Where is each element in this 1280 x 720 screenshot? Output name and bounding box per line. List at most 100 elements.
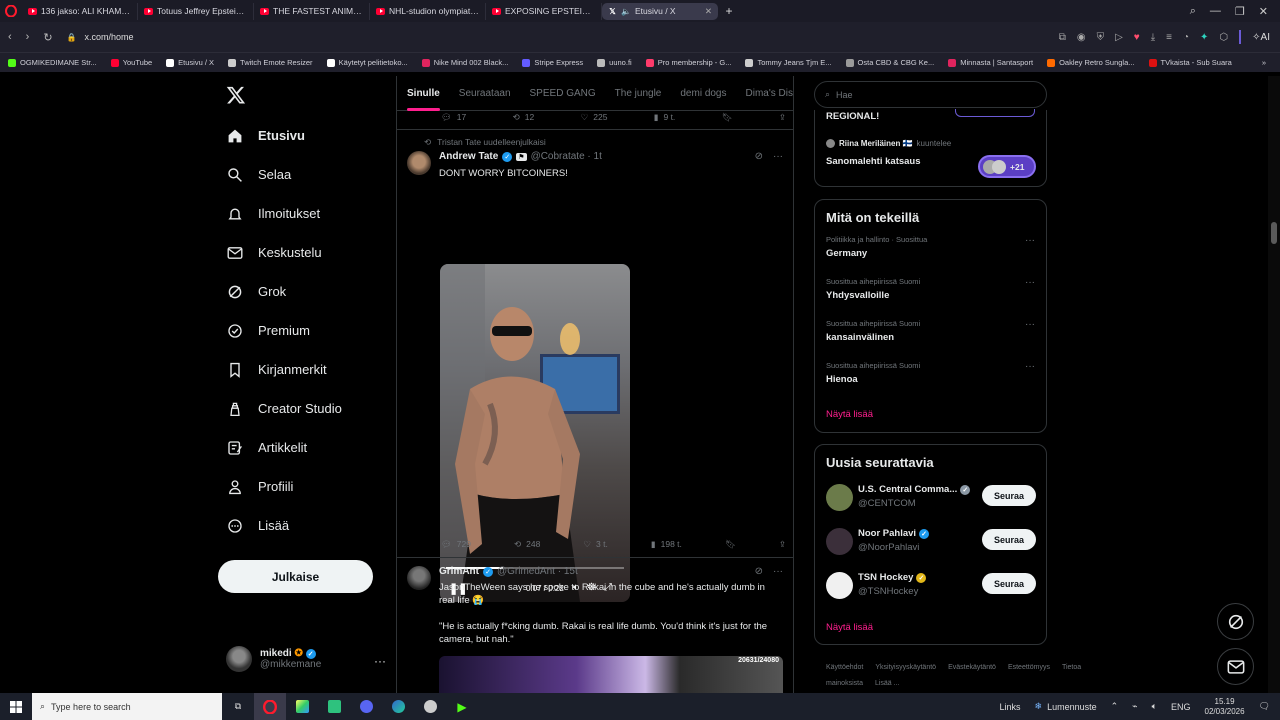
bookmark-item[interactable]: Tommy Jeans Tjm E...	[745, 58, 832, 67]
bookmark-item[interactable]: uuno.fi	[597, 58, 632, 67]
reply-button[interactable]: 💬︎ 729	[441, 539, 471, 550]
play-icon[interactable]: ▷	[1115, 32, 1123, 43]
share-button[interactable]: ⇪	[779, 539, 786, 550]
account-icon[interactable]: ◔	[1183, 32, 1189, 43]
close-tab-icon[interactable]: ✕	[705, 6, 712, 17]
nav-item-kirjanmerkit[interactable]: Kirjanmerkit	[226, 361, 327, 378]
scrollbar-thumb[interactable]	[1271, 222, 1277, 244]
heart-icon[interactable]: ♥	[1134, 32, 1140, 43]
feed-tab[interactable]: demi dogs	[680, 76, 726, 111]
author-name[interactable]: GrimAnt	[439, 566, 479, 577]
tweet-media[interactable]: 20631/24080	[439, 656, 783, 693]
nav-item-profiili[interactable]: Profiili	[226, 478, 293, 495]
feed-tab[interactable]: Sinulle	[407, 76, 440, 111]
trend-item[interactable]: Suosittua aihepiirissä Suomi Hienoa ···	[815, 361, 1046, 403]
app-icon[interactable]: ▶	[446, 693, 478, 720]
author-handle[interactable]: @Cobratate · 1t	[531, 151, 602, 162]
like-button[interactable]: ♡ 3 t.	[583, 539, 607, 550]
views-button[interactable]: ▮ 9 t.	[654, 112, 676, 123]
trend-item[interactable]: Politiikka ja hallinto · Suosittua German…	[815, 235, 1046, 277]
app-icon[interactable]	[286, 693, 318, 720]
bookmark-item[interactable]: Twitch Emote Resizer	[228, 58, 313, 67]
browser-tab[interactable]: THE FASTEST ANIMATRON	[254, 2, 370, 20]
maximize-icon[interactable]: ❐	[1235, 5, 1245, 18]
trend-item[interactable]: Suosittua aihepiirissä Suomi Yhdysvalloil…	[815, 277, 1046, 319]
avatar[interactable]	[826, 528, 853, 555]
share-button[interactable]: ⇪	[779, 112, 786, 123]
bookmark-item[interactable]: TVkaista - Sub Suara	[1148, 58, 1232, 67]
browser-tab-active[interactable]: 𝕏 🔈 Etusivu / X ✕	[602, 2, 718, 20]
minimize-icon[interactable]: —	[1210, 5, 1221, 17]
author-handle[interactable]: @GrimedAnt · 15t	[497, 566, 578, 577]
browser-tab[interactable]: Totuus Jeffrey Epsteinin K	[138, 2, 254, 20]
avatar[interactable]	[826, 572, 853, 599]
extension-icon[interactable]: ✦	[1200, 32, 1208, 43]
discord-icon[interactable]	[350, 693, 382, 720]
show-more-link[interactable]: Näytä lisää	[826, 409, 873, 420]
more-icon[interactable]: ···	[773, 151, 783, 162]
address-field[interactable]: 🔒 x.com/home	[67, 32, 134, 42]
footer-link[interactable]: Käyttöehdot	[826, 664, 863, 671]
nav-item-lisää[interactable]: Lisää	[226, 517, 289, 534]
more-icon[interactable]: ···	[1025, 361, 1035, 372]
follow-button[interactable]: Seuraa	[982, 485, 1036, 506]
download-icon[interactable]: ⤓	[1151, 32, 1155, 43]
edge-icon[interactable]	[382, 693, 414, 720]
task-view-icon[interactable]: ⧉	[222, 693, 254, 720]
views-button[interactable]: ▮ 198 t.	[651, 539, 682, 550]
ai-button[interactable]: ✧AI	[1252, 32, 1270, 43]
bookmarks-overflow-icon[interactable]: »	[1262, 58, 1266, 67]
follow-button[interactable]: Seuraa	[982, 529, 1036, 550]
author-name[interactable]: Andrew Tate	[439, 151, 498, 162]
like-button[interactable]: ♡ 225	[581, 112, 608, 123]
bookmark-item[interactable]: Oakley Retro Sungla...	[1047, 58, 1135, 67]
feed-tab[interactable]: The jungle	[615, 76, 662, 111]
bookmark-item[interactable]: YouTube	[110, 58, 152, 67]
follow-suggestion[interactable]: Noor Pahlavi ✓ @NoorPahlavi Seuraa	[815, 524, 1046, 568]
search-input[interactable]: ⌕ Hae	[814, 81, 1047, 108]
bookmark-item[interactable]: Osta CBD & CBG Ke...	[845, 58, 934, 67]
nav-item-selaa[interactable]: Selaa	[226, 166, 291, 183]
avatar[interactable]	[407, 566, 431, 590]
url-text[interactable]: x.com/home	[85, 32, 134, 42]
browser-tab[interactable]: NHL-studion olympiatuot	[370, 2, 486, 20]
feed-tab[interactable]: SPEED GANG	[530, 76, 596, 111]
bookmark-button[interactable]: 🔖︎	[725, 539, 736, 550]
browser-tab[interactable]: EXPOSING EPSTEIN'S ZOR	[486, 2, 602, 20]
bookmark-item[interactable]: Nike Mind 002 Black...	[421, 58, 508, 67]
feed-tab[interactable]: Dima's Dist	[746, 76, 794, 111]
more-icon[interactable]: ···	[1025, 319, 1035, 330]
account-switcher[interactable]: mikedi ✪ ✓ @mikkemane ···	[226, 646, 386, 672]
footer-link[interactable]: Evästekäytäntö	[948, 664, 996, 671]
avatar[interactable]	[407, 151, 431, 175]
reload-icon[interactable]: ↻	[43, 31, 52, 44]
new-tab-button[interactable]: +	[718, 4, 740, 18]
network-icon[interactable]: ⌁	[1132, 701, 1137, 712]
messages-fab[interactable]	[1217, 648, 1254, 685]
forward-icon[interactable]: ›	[26, 31, 30, 44]
bookmark-item[interactable]: OGMIKEDIMANE Str...	[8, 58, 97, 67]
nav-item-artikkelit[interactable]: Artikkelit	[226, 439, 307, 456]
taskbar-search-input[interactable]: ⌕ Type here to search	[32, 693, 222, 720]
grok-fab[interactable]	[1217, 603, 1254, 640]
shield-icon[interactable]: ⛨	[1097, 32, 1105, 43]
volume-icon[interactable]: 🔈︎	[1152, 701, 1157, 712]
feed-tab[interactable]: Seuraataan	[459, 76, 511, 111]
opera-taskbar-icon[interactable]	[254, 693, 286, 720]
windows-start-icon[interactable]	[0, 693, 32, 720]
language-indicator[interactable]: ENG	[1171, 702, 1191, 712]
more-icon[interactable]: ···	[773, 566, 783, 577]
browser-tab[interactable]: 136 jakso: ALI KHAMENEI	[22, 2, 138, 20]
bookmark-item[interactable]: Käytetyt pelitietoko...	[326, 58, 408, 67]
footer-link[interactable]: Lisää ...	[875, 680, 900, 687]
bookmark-item[interactable]: Minnasta | Santasport	[948, 58, 1033, 67]
nav-item-grok[interactable]: Grok	[226, 283, 286, 300]
weather-widget[interactable]: ❄ Lumennuste	[1035, 701, 1097, 712]
avatar[interactable]	[826, 484, 853, 511]
repost-button[interactable]: ⟲ 12	[513, 112, 535, 123]
show-more-link[interactable]: Näytä lisää	[826, 622, 873, 633]
nav-item-keskustelu[interactable]: Keskustelu	[226, 244, 322, 261]
nav-item-etusivu[interactable]: Etusivu	[226, 127, 305, 144]
spaces-listeners[interactable]: +21	[978, 155, 1036, 178]
menu-icon[interactable]: ≡	[1166, 32, 1172, 43]
